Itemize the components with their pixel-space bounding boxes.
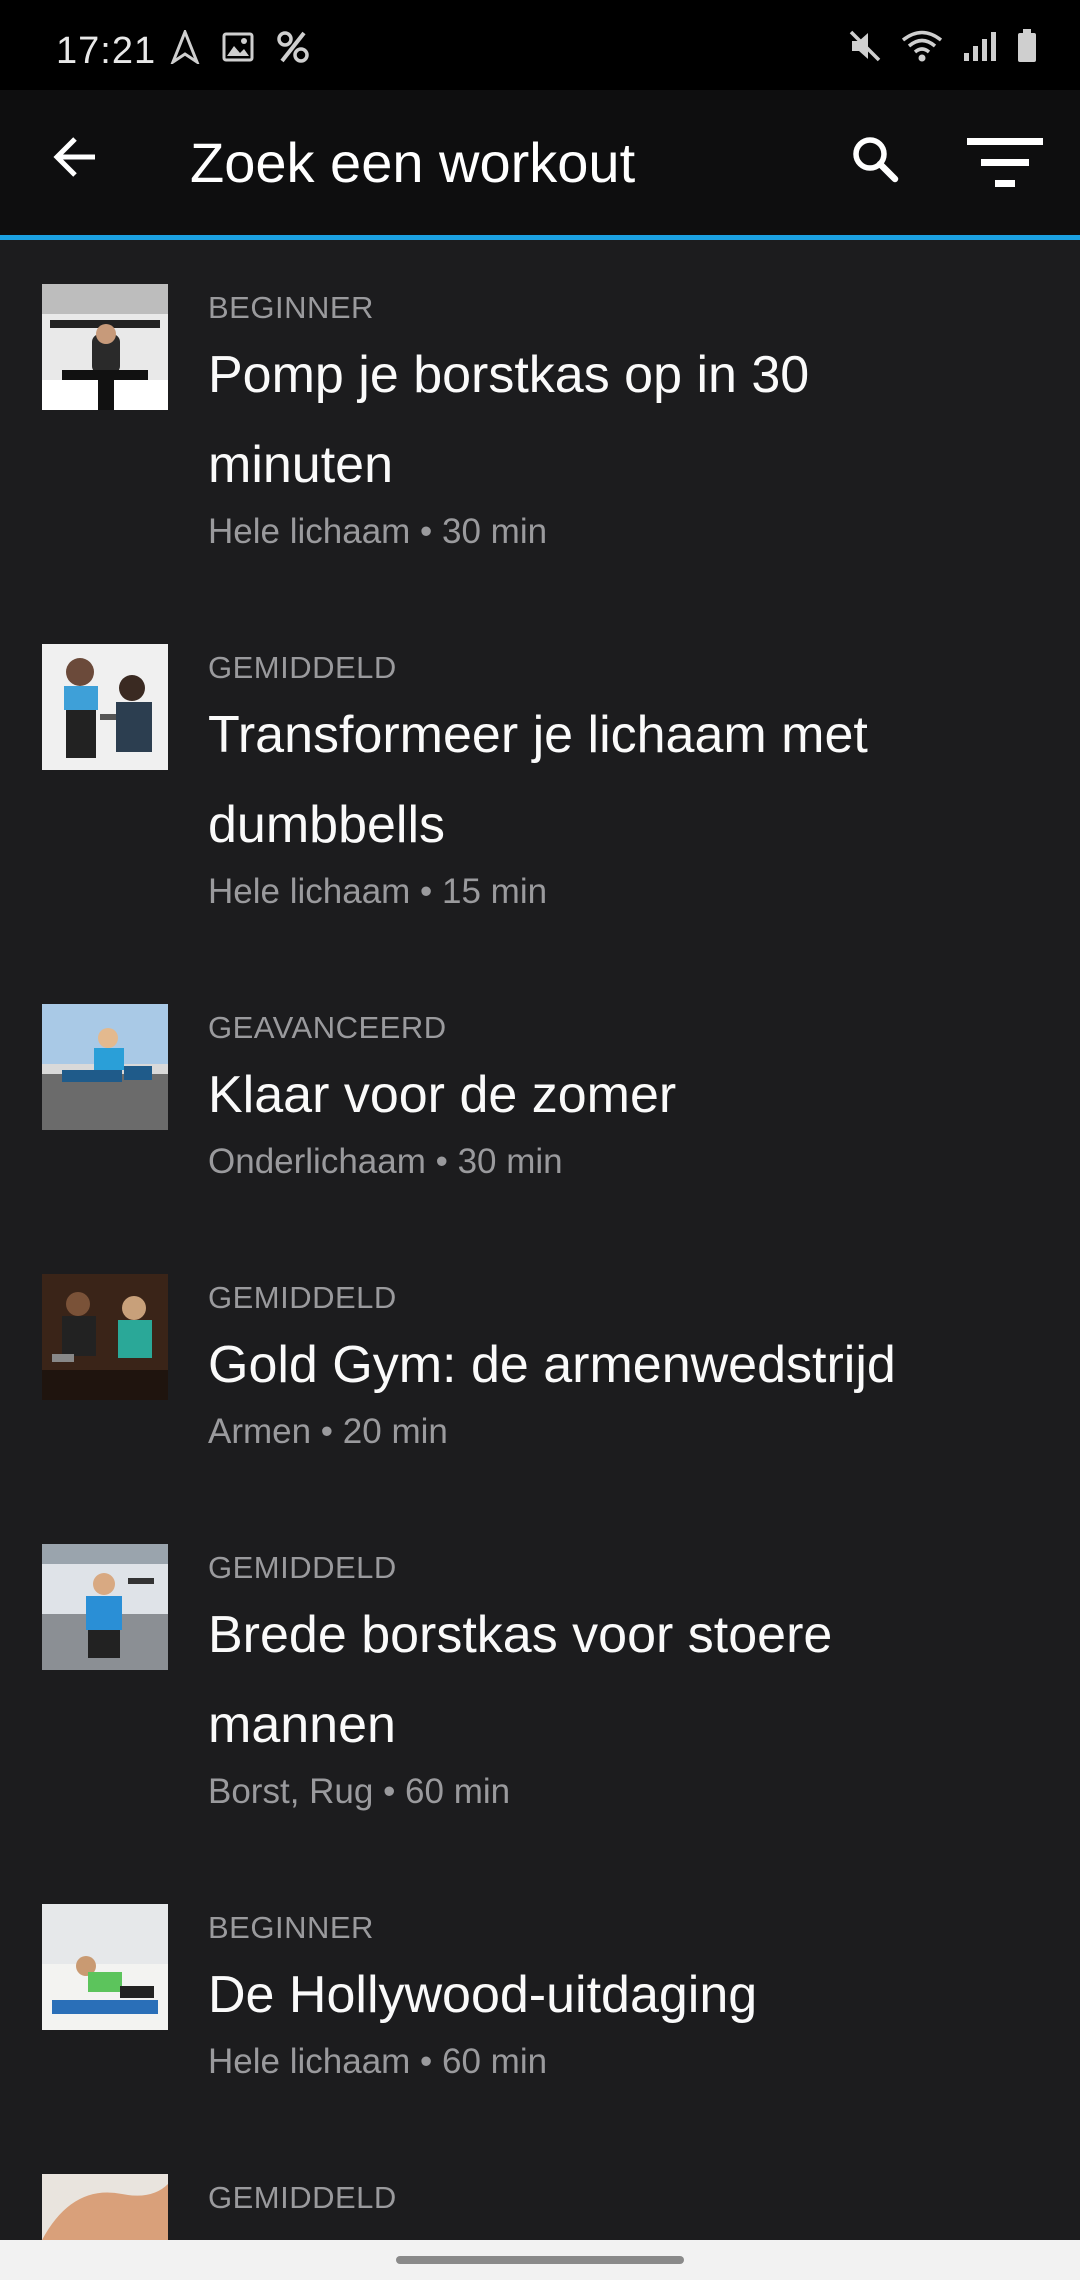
workout-item[interactable]: GEMIDDELD Transformeer je lichaam met du… xyxy=(0,600,1080,960)
workout-thumbnail xyxy=(42,284,168,410)
workout-level: BEGINNER xyxy=(208,290,374,325)
workout-title-line: Brede borstkas voor stoere xyxy=(208,1606,833,1664)
workout-meta: Hele lichaam • 60 min xyxy=(208,2042,548,2081)
workout-meta: Onderlichaam • 30 min xyxy=(208,1142,563,1181)
workout-thumbnail xyxy=(42,2174,168,2240)
workout-item[interactable]: GEAVANCEERD Klaar voor de zomer Onderlic… xyxy=(0,960,1080,1230)
workout-title-line: mannen xyxy=(208,1696,396,1754)
workout-item[interactable]: BEGINNER De Hollywood-uitdaging Hele lic… xyxy=(0,1860,1080,2130)
percent-icon xyxy=(277,31,309,63)
status-left-icons xyxy=(170,30,310,64)
status-time: 17:21 xyxy=(56,30,157,72)
workout-thumbnail xyxy=(42,644,168,770)
wifi-icon xyxy=(901,30,943,62)
search-icon xyxy=(853,137,899,183)
workout-thumbnail xyxy=(42,1274,168,1400)
search-button[interactable] xyxy=(840,124,910,194)
workout-item[interactable]: BEGINNER Pomp je borstkas op in 30 minut… xyxy=(0,240,1080,600)
workout-title-line: Klaar voor de zomer xyxy=(208,1066,677,1124)
workout-meta: Hele lichaam • 30 min xyxy=(208,512,548,551)
page-title: Zoek een workout xyxy=(190,131,636,194)
status-bar: 17:21 xyxy=(0,0,1080,90)
workout-thumbnail xyxy=(42,1904,168,2030)
battery-icon xyxy=(1018,29,1036,62)
home-gesture-handle[interactable] xyxy=(396,2256,684,2264)
workout-meta: Hele lichaam • 15 min xyxy=(208,872,548,911)
workout-thumbnail xyxy=(42,1004,168,1130)
workout-level: GEMIDDELD xyxy=(208,2180,397,2215)
workout-meta: Borst, Rug • 60 min xyxy=(208,1772,511,1811)
workout-level: BEGINNER xyxy=(208,1910,374,1945)
workout-title-line: De Hollywood-uitdaging xyxy=(208,1966,758,2024)
gallery-icon xyxy=(222,32,254,62)
workout-title-line: dumbbells xyxy=(208,796,446,854)
back-button[interactable] xyxy=(40,122,110,192)
workout-meta: Armen • 20 min xyxy=(208,1412,448,1451)
workout-title-line: Pomp je borstkas op in 30 xyxy=(208,346,810,404)
workout-item[interactable]: GEMIDDELD Gold Gym: de armenwedstrijd Ar… xyxy=(0,1230,1080,1500)
filter-icon xyxy=(967,138,1043,187)
workout-item[interactable]: GEMIDDELD xyxy=(0,2130,1080,2240)
workout-item[interactable]: GEMIDDELD Brede borstkas voor stoere man… xyxy=(0,1500,1080,1860)
filter-button[interactable] xyxy=(965,128,1045,198)
signal-icon xyxy=(964,32,996,61)
workout-title-line: Gold Gym: de armenwedstrijd xyxy=(208,1336,896,1394)
mute-icon xyxy=(849,30,881,62)
workout-level: GEMIDDELD xyxy=(208,650,397,685)
navigation-icon xyxy=(170,30,200,64)
system-navigation-bar xyxy=(0,2240,1080,2280)
arrow-left-icon xyxy=(53,137,95,177)
workout-level: GEMIDDELD xyxy=(208,1550,397,1585)
workout-level: GEAVANCEERD xyxy=(208,1010,447,1045)
status-right-icons xyxy=(848,28,1038,64)
workout-title-line: Transformeer je lichaam met xyxy=(208,706,868,764)
workout-title-line: minuten xyxy=(208,436,393,494)
workout-thumbnail xyxy=(42,1544,168,1670)
app-bar: Zoek een workout xyxy=(0,90,1080,235)
workout-level: GEMIDDELD xyxy=(208,1280,397,1315)
